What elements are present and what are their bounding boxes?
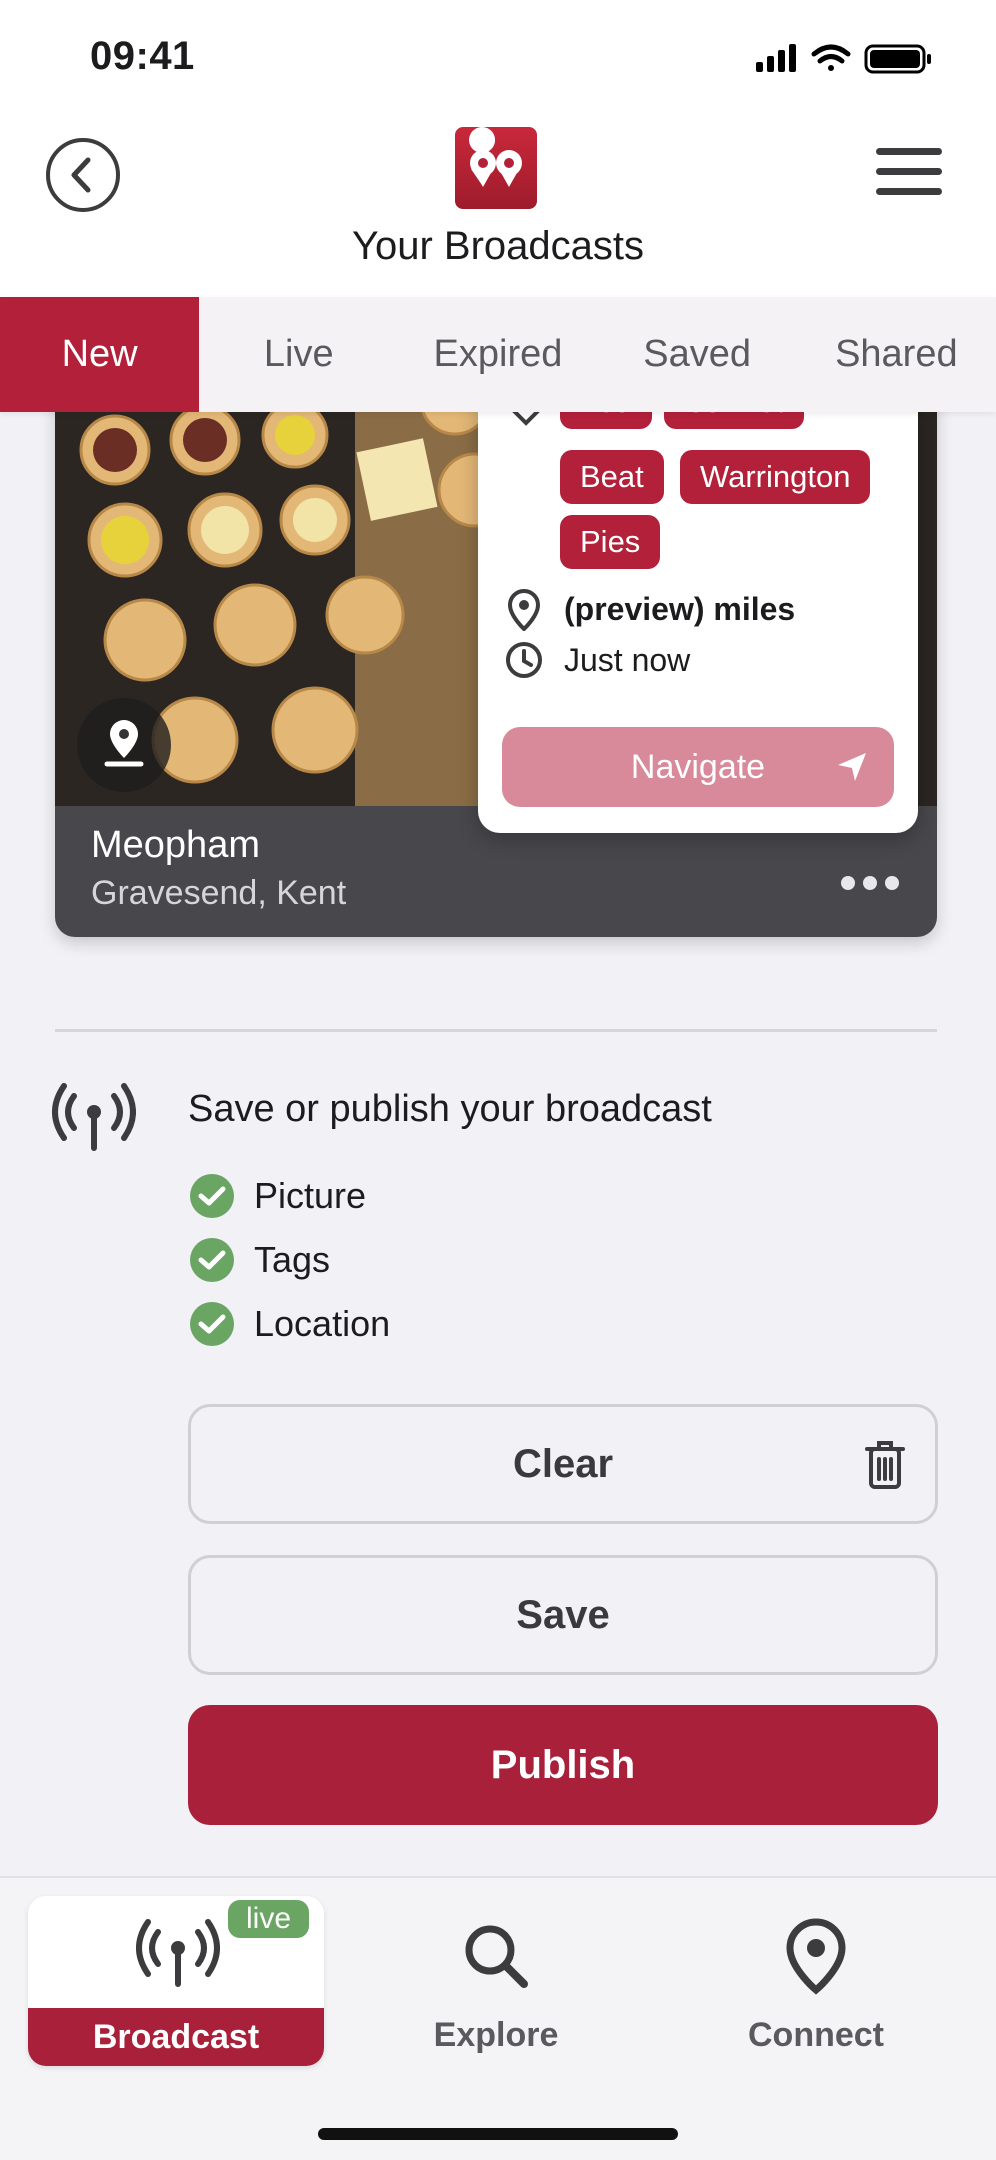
bottom-nav: live Broadcast Explore Connect (0, 1876, 996, 2160)
time-ago-text: Just now (564, 641, 691, 678)
tab-live[interactable]: Live (199, 297, 398, 412)
checklist-label: Location (254, 1303, 391, 1344)
broadcast-icon (52, 1083, 136, 1151)
publish-label: Publish (490, 1742, 636, 1787)
checklist-label: Picture (254, 1175, 367, 1216)
status-time: 09:41 (90, 34, 195, 78)
chevron-left-icon (71, 157, 91, 193)
wifi-icon (811, 44, 851, 71)
nav-explore[interactable]: Explore (348, 1896, 644, 2066)
broadcast-tabs: New Live Expired Saved Shared (0, 297, 996, 412)
location-badge[interactable] (77, 698, 171, 792)
check-icon (190, 1302, 234, 1346)
tag-chip: Beat (560, 450, 664, 504)
distance-row: (preview) miles (504, 587, 795, 631)
signal-icon (756, 44, 796, 72)
publish-button[interactable]: Publish (188, 1705, 938, 1825)
save-label: Save (516, 1592, 610, 1637)
location-pin-icon (786, 1918, 846, 1995)
tag-chip: Warrington (680, 450, 871, 504)
more-options-icon[interactable] (840, 875, 900, 891)
check-icon (190, 1238, 234, 1282)
home-indicator[interactable] (318, 2128, 678, 2140)
nav-label: Broadcast (28, 2008, 324, 2066)
live-badge: live (228, 1900, 310, 1938)
clear-label: Clear (512, 1441, 614, 1486)
status-bar: 09:41 (0, 0, 996, 115)
checklist-item: Tags (190, 1238, 330, 1282)
location-pin-icon (104, 720, 144, 767)
navigation-arrow-icon (838, 753, 866, 781)
clear-button[interactable]: Clear (188, 1404, 938, 1524)
back-button[interactable] (46, 138, 120, 212)
app-logo (455, 127, 537, 209)
broadcast-icon (136, 1919, 220, 1987)
distance-text: (preview) miles (564, 590, 796, 627)
card-region: Gravesend, Kent (91, 874, 347, 912)
tab-shared[interactable]: Shared (797, 297, 996, 412)
menu-button[interactable] (876, 148, 942, 196)
status-icons (756, 44, 931, 74)
trash-icon (865, 1441, 905, 1489)
save-button[interactable]: Save (188, 1555, 938, 1675)
navigate-button[interactable]: Navigate (502, 727, 894, 807)
nav-label: Explore (433, 2016, 559, 2054)
page-title: Your Broadcasts (351, 224, 645, 268)
battery-icon (864, 44, 931, 74)
section-divider (55, 1029, 937, 1032)
location-pin-icon (507, 588, 541, 631)
nav-broadcast[interactable]: live Broadcast (28, 1896, 324, 2066)
search-icon (465, 1925, 528, 1988)
checklist-label: Tags (254, 1239, 331, 1280)
tab-expired[interactable]: Expired (398, 297, 597, 412)
tab-new[interactable]: New (0, 297, 200, 412)
clock-history-icon (506, 642, 542, 678)
tag-chip: Pies (560, 515, 661, 569)
broadcast-info-popup: You Cannot Beat Warrington Pies (preview… (478, 355, 918, 833)
publish-section-title: Save or publish your broadcast (188, 1088, 712, 1130)
nav-label: Connect (748, 2016, 884, 2054)
tab-saved[interactable]: Saved (598, 297, 797, 412)
navigate-label: Navigate (630, 747, 766, 786)
checklist-item: Picture (190, 1174, 366, 1218)
checklist-item: Location (190, 1302, 390, 1346)
card-place: Meopham (91, 824, 260, 866)
nav-connect[interactable]: Connect (668, 1896, 964, 2066)
time-row: Just now (504, 639, 690, 681)
logo-icon (469, 127, 522, 187)
check-icon (190, 1174, 234, 1218)
